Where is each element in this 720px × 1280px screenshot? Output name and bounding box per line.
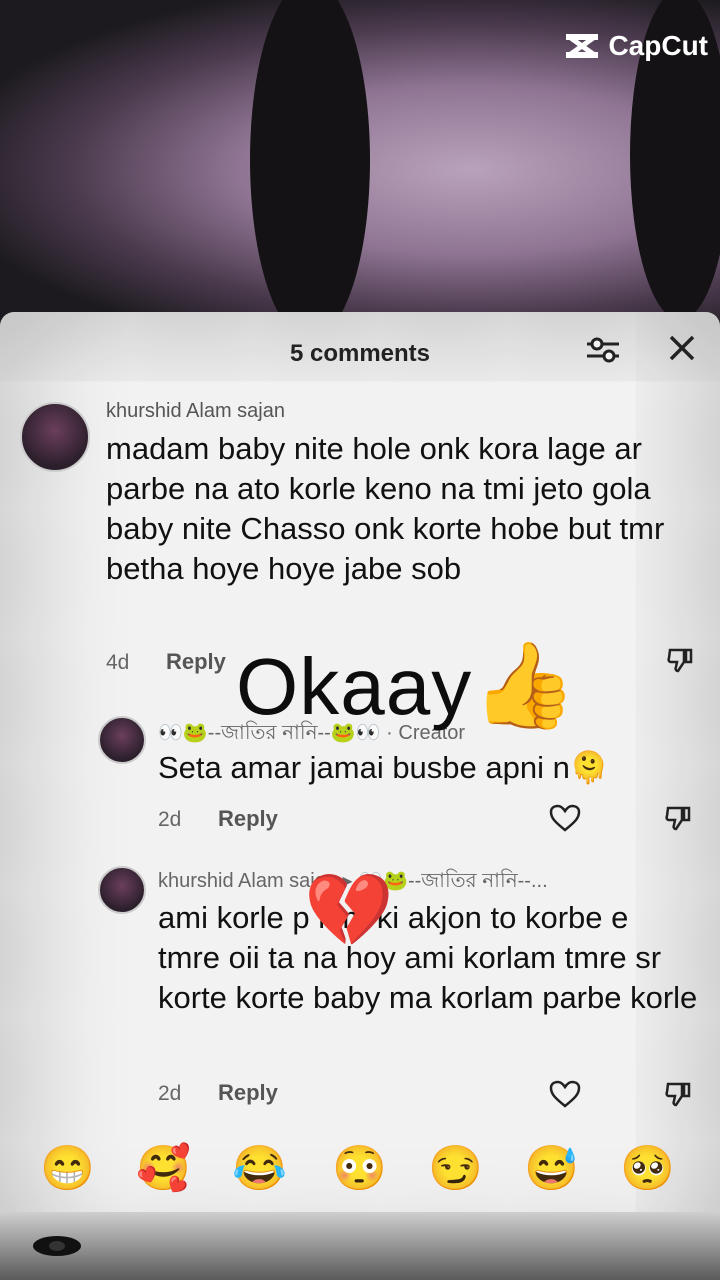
comment-age: 4d	[106, 651, 130, 674]
comment-text: Seta amar jamai busbe apni n🫠	[158, 750, 609, 785]
reply-button[interactable]: Reply	[218, 806, 278, 832]
dislike-icon[interactable]	[664, 1080, 692, 1108]
capcut-logo-icon	[566, 33, 599, 59]
filter-icon[interactable]	[585, 334, 621, 366]
comment-username[interactable]: khurshid Alam sajan	[106, 400, 285, 423]
emoji-button[interactable]: 🥰	[136, 1142, 191, 1194]
hair-shape	[250, 0, 370, 340]
capcut-watermark: CapCut	[564, 30, 708, 62]
eye-icon	[33, 1236, 81, 1256]
emoji-button[interactable]: 😁	[40, 1142, 95, 1194]
comment-age: 2d	[158, 1082, 182, 1105]
okaay-text: Okaay	[236, 642, 473, 731]
avatar[interactable]	[98, 716, 146, 764]
thumbs-up-emoji: 👍	[472, 638, 578, 732]
reply-button[interactable]: Reply	[166, 649, 226, 675]
dislike-icon[interactable]	[664, 804, 692, 832]
close-icon[interactable]	[666, 332, 698, 364]
heart-icon[interactable]	[549, 804, 581, 832]
emoji-button[interactable]: 😅	[524, 1142, 579, 1194]
capcut-brand-text: CapCut	[608, 30, 708, 61]
comment-text: ami korle p lem ki akjon to korbe e tmre…	[158, 900, 698, 1015]
broken-heart-sticker: 💔	[304, 871, 394, 951]
emoji-button[interactable]: 😳	[332, 1142, 387, 1194]
comment-input-area[interactable]	[0, 1212, 720, 1280]
comment-age: 2d	[158, 808, 182, 831]
okaay-overlay-text: Okaay👍	[236, 636, 578, 735]
comment-text: madam baby nite hole onk kora lage ar pa…	[106, 431, 665, 586]
avatar[interactable]	[20, 402, 90, 472]
heart-icon[interactable]	[549, 1080, 581, 1108]
emoji-button[interactable]: 🥺	[620, 1142, 675, 1194]
emoji-quick-bar: 😁 🥰 😂 😳 😏 😅 🥺	[0, 1142, 720, 1212]
comments-sheet: 5 comments khurshid Alam sajan madam bab…	[0, 312, 720, 1280]
dislike-icon[interactable]	[666, 646, 694, 674]
emoji-button[interactable]: 😂	[232, 1142, 287, 1194]
avatar[interactable]	[98, 866, 146, 914]
emoji-button[interactable]: 😏	[428, 1142, 483, 1194]
reply-button[interactable]: Reply	[218, 1080, 278, 1106]
